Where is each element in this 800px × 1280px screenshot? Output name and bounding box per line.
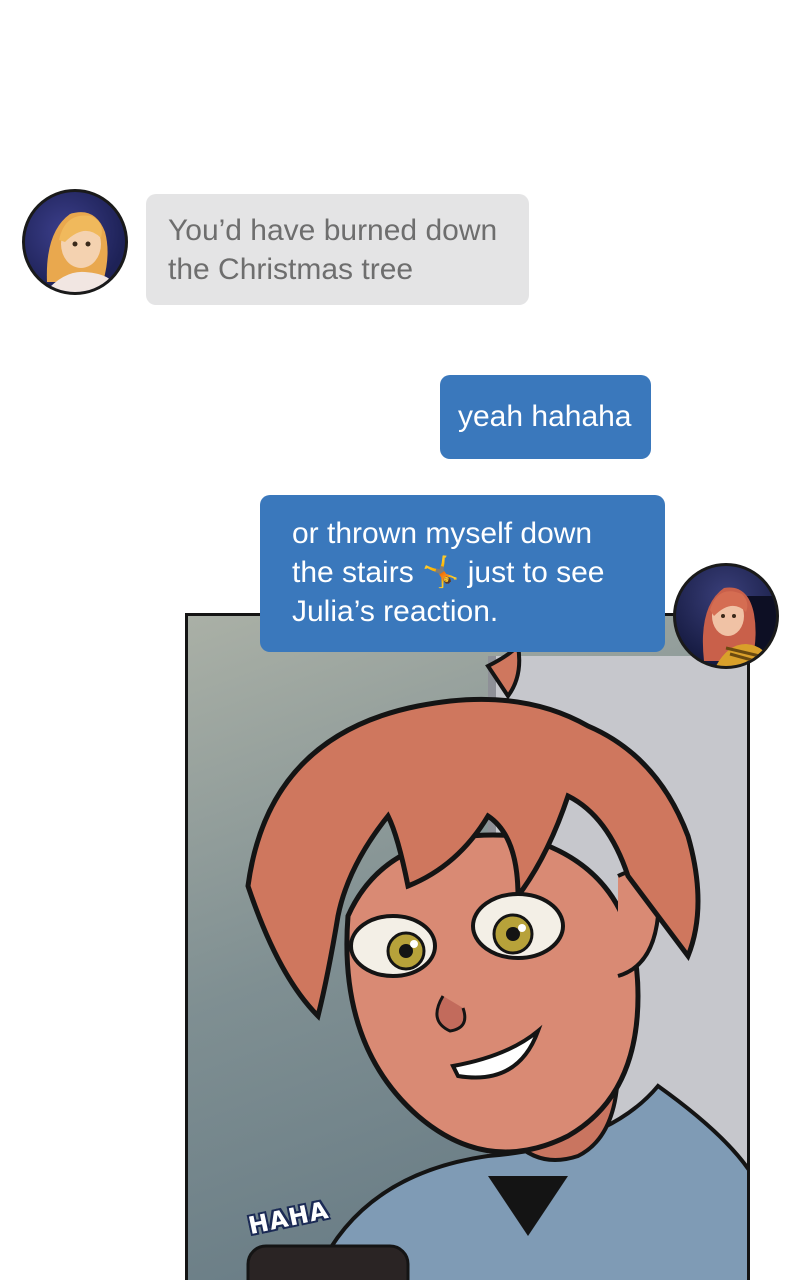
avatar-portrait-icon [702, 587, 776, 666]
avatar-other-user[interactable] [22, 189, 128, 295]
sent-message-bubble: or thrown myself down the stairs 🤸 just … [260, 495, 665, 652]
avatar-self-user[interactable] [673, 563, 779, 669]
message-line: the Christmas tree [168, 253, 414, 286]
message-line: Julia’s reaction. [292, 595, 499, 628]
comic-panel: HAHA [185, 613, 750, 1280]
message-line: You’d have burned down [168, 214, 498, 247]
avatar-portrait-icon [45, 212, 117, 292]
received-message-bubble: You’d have burned down the Christmas tre… [146, 194, 529, 305]
message-line: or thrown myself down [292, 517, 593, 550]
message-line: yeah hahaha [458, 400, 632, 433]
comic-illustration [245, 641, 747, 1280]
sent-message-bubble: yeah hahaha [440, 375, 651, 459]
message-line: the stairs 🤸 just to see [292, 556, 605, 589]
